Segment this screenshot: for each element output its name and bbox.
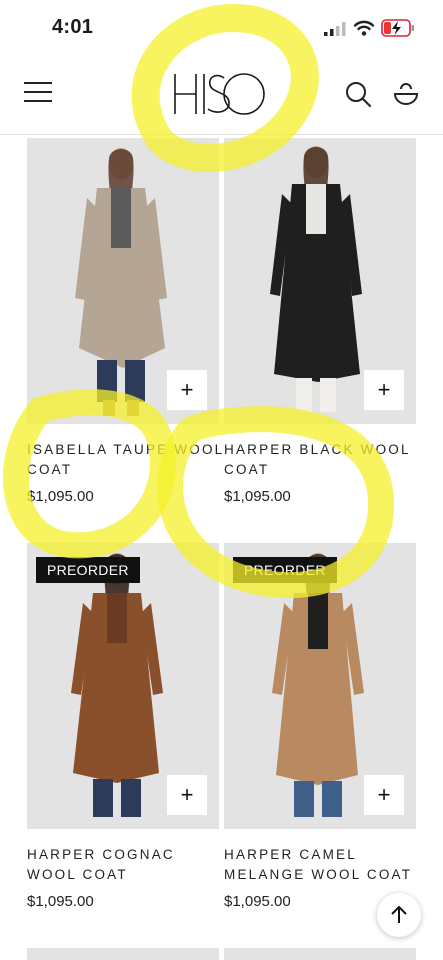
product-name[interactable]: HARPER COGNAC WOOL COAT xyxy=(27,845,227,884)
search-icon[interactable] xyxy=(344,80,372,108)
menu-line xyxy=(24,91,52,93)
product-name[interactable]: ISABELLA TAUPE WOOL COAT xyxy=(27,440,227,479)
hamburger-menu-button[interactable] xyxy=(24,82,52,106)
product-price: $1,095.00 xyxy=(224,893,291,910)
product-image-partial[interactable] xyxy=(27,948,219,960)
status-bar: 4:01 xyxy=(0,0,443,58)
product-price: $1,095.00 xyxy=(224,488,291,505)
scroll-to-top-button[interactable] xyxy=(377,893,421,937)
product-price: $1,095.00 xyxy=(27,488,94,505)
product-name[interactable]: HARPER BLACK WOOL COAT xyxy=(224,440,424,479)
hiso-logo-mark xyxy=(174,73,265,115)
preorder-badge: PREORDER xyxy=(233,557,337,583)
status-time: 4:01 xyxy=(52,16,94,38)
product-image[interactable]: PREORDER + xyxy=(224,543,416,829)
add-to-cart-button[interactable]: + xyxy=(167,370,207,410)
cellular-signal-icon xyxy=(324,22,346,36)
product-image-partial[interactable] xyxy=(224,948,416,960)
product-image[interactable]: + xyxy=(27,138,219,424)
bag-icon[interactable] xyxy=(392,80,420,108)
battery-charging-icon xyxy=(381,19,414,37)
site-header xyxy=(0,58,443,135)
product-name[interactable]: HARPER CAMEL MELANGE WOOL COAT xyxy=(224,845,424,884)
product-image[interactable]: + xyxy=(224,138,416,424)
add-to-cart-button[interactable]: + xyxy=(364,370,404,410)
brand-logo[interactable] xyxy=(172,68,268,120)
add-to-cart-button[interactable]: + xyxy=(364,775,404,815)
add-to-cart-button[interactable]: + xyxy=(167,775,207,815)
arrow-up-icon xyxy=(391,905,407,923)
preorder-badge: PREORDER xyxy=(36,557,140,583)
product-image[interactable]: PREORDER + xyxy=(27,543,219,829)
menu-line xyxy=(24,82,52,84)
product-price: $1,095.00 xyxy=(27,893,94,910)
wifi-icon xyxy=(354,20,374,36)
menu-line xyxy=(24,100,52,102)
